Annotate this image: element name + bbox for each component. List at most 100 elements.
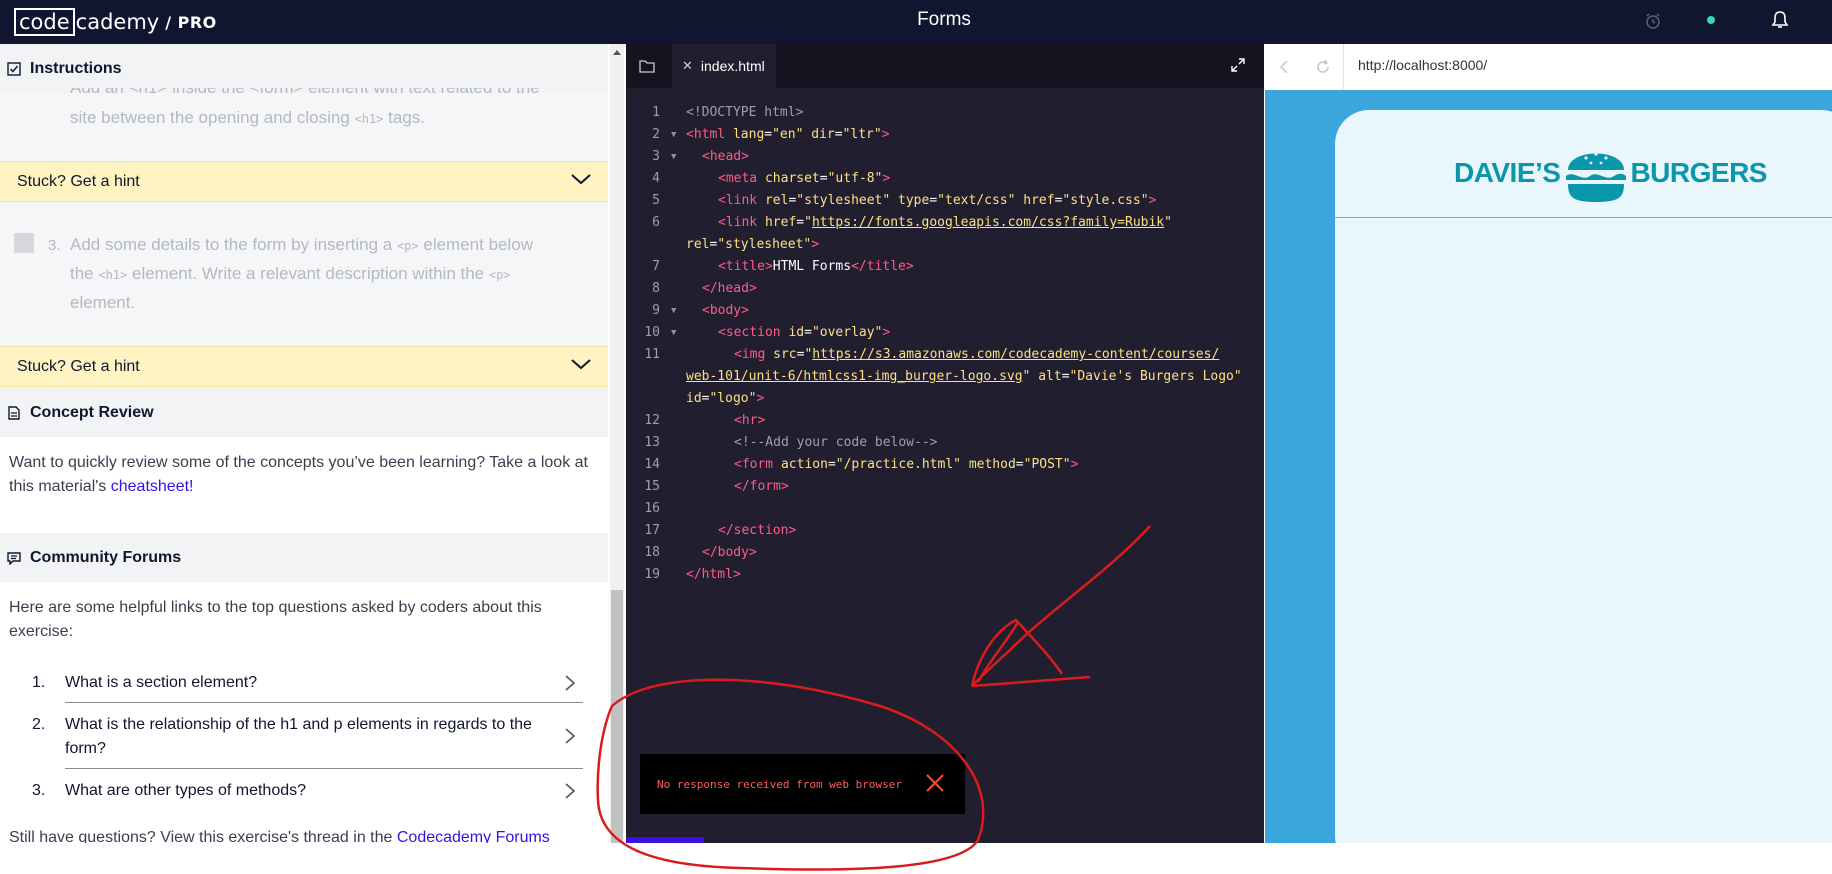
toast-message: No response received from web browser (657, 777, 903, 791)
line-number: 1 (652, 105, 660, 120)
chevron-right-icon (565, 728, 576, 744)
line-number: 4 (652, 171, 660, 186)
editor-tab-bar: ✕ index.html (626, 44, 1264, 88)
code-line: <!DOCTYPE html> (686, 105, 804, 120)
brand-left-text: DAVIE’S (1454, 157, 1561, 188)
fold-arrow-icon[interactable]: ▼ (671, 300, 676, 322)
code-line: id="logo"> (686, 391, 765, 406)
fold-arrow-icon[interactable]: ▼ (671, 124, 676, 146)
top-navigation-bar: code cademy / PRO Forms (0, 0, 1832, 44)
forum-icon (7, 551, 21, 565)
line-number: 12 (644, 413, 660, 428)
code-line: web-101/unit-6/htmlcss1-img_burger-logo.… (686, 369, 1242, 384)
fold-arrow-icon[interactable]: ▼ (671, 322, 676, 344)
community-intro: Here are some helpful links to the top q… (9, 599, 542, 640)
error-toast: No response received from web browser (640, 754, 965, 814)
code-line: </head> (702, 281, 757, 296)
line-number: 19 (644, 567, 660, 582)
document-icon (8, 405, 20, 420)
chevron-right-icon (565, 783, 576, 799)
line-number: 17 (644, 523, 660, 538)
cheatsheet-link[interactable]: cheatsheet! (111, 478, 194, 495)
concept-review-text: Want to quickly review some of the conce… (9, 454, 588, 495)
line-number: 15 (644, 479, 660, 494)
code-line: </html> (686, 567, 741, 582)
code-line: <section id="overlay"> (718, 325, 891, 340)
horizontal-rule (1335, 217, 1832, 218)
code-line: </form> (734, 479, 789, 494)
step-3-text: Add some details to the form by insertin… (70, 235, 533, 312)
code-line: </body> (702, 545, 757, 560)
browser-address-bar: http://localhost:8000/ (1265, 44, 1832, 90)
bell-icon[interactable] (1771, 10, 1789, 30)
code-editor: ✕ index.html 1 <!DOCTYPE html> 2 ▼ <html… (626, 44, 1264, 843)
line-number: 10 (644, 325, 660, 340)
community-forums-body: Here are some helpful links to the top q… (0, 582, 608, 843)
line-number: 8 (652, 281, 660, 296)
burger-icon (1566, 152, 1627, 202)
lesson-title: Forms (917, 9, 971, 30)
browser-preview: http://localhost:8000/ DAVIE’S BURGERS (1265, 44, 1832, 870)
left-panel-scrollbar-thumb[interactable] (611, 590, 623, 843)
preview-page: DAVIE’S BURGERS (1335, 110, 1832, 870)
community-forums-header[interactable]: Community Forums (0, 533, 608, 582)
code-line: <img src="https://s3.amazonaws.com/codec… (734, 347, 1220, 362)
folder-icon[interactable] (639, 59, 655, 73)
instructions-header[interactable]: Instructions (0, 44, 608, 93)
hint-toggle-step-3[interactable]: Stuck? Get a hint (0, 346, 608, 387)
brand-right-text: BURGERS (1630, 157, 1767, 188)
divider (65, 768, 583, 769)
code-line: <title>HTML Forms</title> (718, 259, 914, 274)
code-line: <!--Add your code below--> (734, 435, 938, 450)
chevron-down-icon (571, 174, 591, 185)
line-number: 13 (644, 435, 660, 450)
line-number: 5 (652, 193, 660, 208)
tab-index-html[interactable]: ✕ index.html (672, 44, 776, 88)
code-line: <form action="/practice.html" method="PO… (734, 457, 1079, 472)
codecademy-forums-link[interactable]: Codecademy Forums (397, 829, 550, 843)
close-tab-icon[interactable]: ✕ (682, 58, 693, 74)
davies-burgers-logo: DAVIE’S BURGERS (1454, 140, 1767, 206)
fold-arrow-icon[interactable]: ▼ (671, 146, 676, 168)
url-field[interactable]: http://localhost:8000/ (1358, 57, 1487, 73)
scroll-up-arrow-icon[interactable] (612, 48, 622, 56)
code-line: <meta charset="utf-8"> (718, 171, 891, 186)
bottom-strip (0, 843, 1832, 874)
community-footer-text: Still have questions? View this exercise… (9, 826, 599, 843)
code-line: </section> (718, 523, 797, 538)
step-3-number: 3. (48, 237, 61, 254)
checkbox-icon (7, 61, 21, 76)
code-line: rel="stylesheet"> (686, 237, 820, 252)
line-number: 18 (644, 545, 660, 560)
code-line: <body> (702, 303, 749, 318)
status-dot-icon (1707, 16, 1715, 24)
concept-review-title: Concept Review (30, 403, 154, 421)
line-number: 11 (644, 347, 660, 362)
divider (65, 702, 583, 703)
concept-review-body: Want to quickly review some of the conce… (0, 437, 608, 534)
code-line: <html lang="en" dir="ltr"> (686, 127, 890, 142)
line-number: 7 (652, 259, 660, 274)
back-arrow-icon[interactable] (1279, 60, 1289, 74)
chevron-right-icon (565, 675, 576, 691)
hint-toggle-step-2[interactable]: Stuck? Get a hint (0, 161, 608, 202)
close-icon[interactable] (925, 773, 945, 793)
concept-review-header[interactable]: Concept Review (0, 388, 608, 437)
code-line: <link href="https://fonts.googleapis.com… (718, 215, 1172, 230)
instructions-title: Instructions (30, 59, 122, 77)
code-line: <hr> (734, 413, 766, 428)
line-number: 9 (652, 303, 660, 318)
tab-label: index.html (700, 58, 765, 74)
expand-icon[interactable] (1231, 58, 1245, 72)
line-number: 16 (644, 501, 660, 516)
alarm-icon[interactable] (1644, 12, 1662, 30)
line-number: 2 (652, 127, 660, 142)
refresh-icon[interactable] (1315, 59, 1331, 75)
line-number: 14 (644, 457, 660, 472)
code-line: <head> (702, 149, 749, 164)
community-forums-title: Community Forums (30, 548, 182, 566)
line-number: 3 (652, 149, 660, 164)
step-3-checkbox[interactable] (14, 233, 34, 253)
step-2-text: site between the opening and closing <h1… (70, 108, 425, 127)
divider (1343, 44, 1344, 90)
